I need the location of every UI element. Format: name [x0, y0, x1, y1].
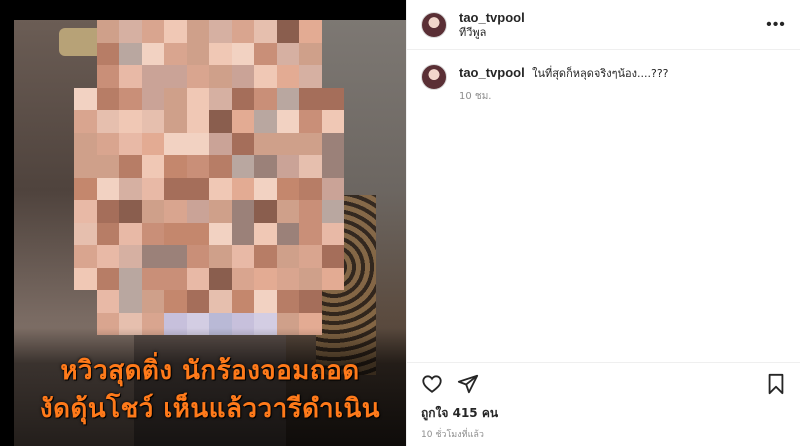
likes-count[interactable]: ถูกใจ 415 คน — [421, 404, 498, 423]
post-username[interactable]: tao_tvpool — [459, 10, 525, 25]
media-caption-line1: หวิวสุดติ่ง นักร้องจอมถอด — [60, 356, 360, 386]
post-timestamp: 10 ชั่วโมงที่แล้ว — [421, 430, 484, 440]
comment-avatar[interactable] — [421, 64, 447, 90]
avatar[interactable] — [421, 11, 447, 38]
bookmark-icon[interactable] — [763, 371, 789, 397]
post-header: tao_tvpool ทีวีพูล ••• — [407, 0, 800, 50]
action-bar — [407, 362, 800, 404]
media-caption-line2: งัดดุ้นโชว์ เห็นแล้ววารีดำเนิน — [39, 394, 381, 424]
pixelated-mosaic — [74, 20, 344, 335]
paper-plane-icon[interactable] — [455, 371, 481, 397]
comment-username[interactable]: tao_tvpool — [459, 65, 525, 80]
comment-list: tao_tvpool ในที่สุดก็หลุดจริงๆน้อง....??… — [407, 50, 800, 362]
media-image: หวิวสุดติ่ง นักร้องจอมถอด งัดดุ้นโชว์ เห… — [14, 20, 406, 446]
comment-text: ในที่สุดก็หลุดจริงๆน้อง....??? — [532, 67, 669, 80]
comment-time: 10 ชม. — [459, 91, 492, 102]
more-options-icon[interactable]: ••• — [766, 15, 786, 35]
heart-icon[interactable] — [419, 371, 445, 397]
post-location[interactable]: ทีวีพูล — [459, 25, 525, 40]
list-item: tao_tvpool ในที่สุดก็หลุดจริงๆน้อง....??… — [421, 64, 786, 104]
post-side-panel: tao_tvpool ทีวีพูล ••• tao_tvpool ในที่ส… — [406, 0, 800, 446]
post-media[interactable]: หวิวสุดติ่ง นักร้องจอมถอด งัดดุ้นโชว์ เห… — [0, 0, 406, 446]
